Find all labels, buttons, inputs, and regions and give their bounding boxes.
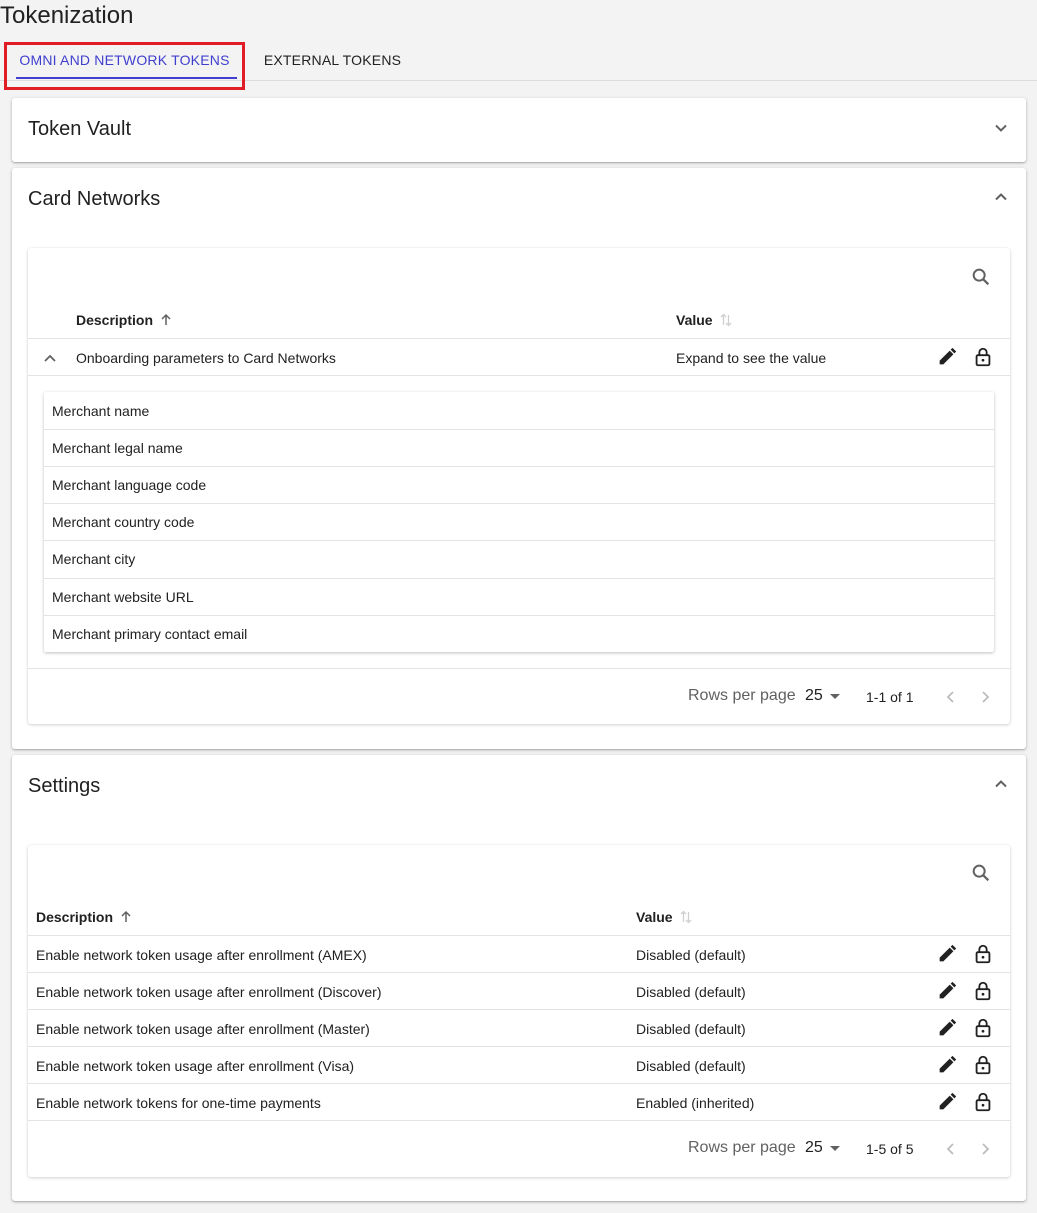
row-description: Enable network token usage after enrollm… — [36, 983, 382, 1000]
sort-both-icon — [720, 313, 732, 327]
chevron-right-icon[interactable] — [978, 1141, 992, 1157]
row-description: Onboarding parameters to Card Networks — [76, 349, 336, 366]
dropdown-arrow-icon[interactable] — [830, 1146, 840, 1151]
chevron-up-icon[interactable] — [994, 777, 1008, 791]
lock-open-icon[interactable] — [972, 1091, 994, 1113]
table-row[interactable]: Enable network tokens for one-time payme… — [28, 1083, 1010, 1120]
list-item: Merchant language code — [44, 466, 994, 503]
rows-per-page-select[interactable]: 25 — [805, 687, 823, 705]
chevron-left-icon[interactable] — [944, 689, 958, 705]
list-item: Merchant primary contact email — [44, 615, 994, 652]
list-item: Merchant city — [44, 540, 994, 577]
table-row[interactable]: Enable network token usage after enrollm… — [28, 935, 1010, 972]
params-subtable: Merchant name Merchant legal name Mercha… — [44, 392, 994, 652]
search-icon[interactable] — [970, 862, 992, 884]
row-description: Enable network token usage after enrollm… — [36, 1020, 370, 1037]
sort-arrow-up-icon — [161, 313, 171, 325]
table-row[interactable]: Enable network token usage after enrollm… — [28, 1009, 1010, 1046]
table-row[interactable]: Enable network token usage after enrollm… — [28, 972, 1010, 1009]
sort-arrow-up-icon — [121, 910, 131, 922]
pagination-range: 1-1 of 1 — [866, 689, 914, 705]
edit-pencil-icon[interactable] — [936, 1017, 958, 1039]
sort-both-icon — [680, 910, 692, 924]
rows-per-page-select[interactable]: 25 — [805, 1139, 823, 1157]
list-item: Merchant website URL — [44, 578, 994, 615]
description-header[interactable]: Description — [36, 909, 133, 925]
table-row[interactable]: Onboarding parameters to Card Networks E… — [28, 338, 1010, 375]
row-value: Disabled (default) — [636, 1020, 746, 1037]
tab-highlight-box — [4, 42, 245, 90]
settings-table: Description Value Enable network token u… — [28, 845, 1010, 1177]
page-title: Tokenization — [0, 2, 134, 29]
card-networks-table: Description Value Onboarding parameters … — [28, 248, 1010, 724]
row-value: Expand to see the value — [676, 349, 827, 366]
edit-pencil-icon[interactable] — [936, 1054, 958, 1076]
row-value: Disabled (default) — [636, 946, 746, 963]
dropdown-arrow-icon[interactable] — [830, 694, 840, 699]
card-networks-panel: Card Networks Description Value Onboardi… — [12, 168, 1026, 749]
lock-open-icon[interactable] — [972, 1054, 994, 1076]
list-item: Merchant name — [52, 402, 150, 419]
settings-title: Settings — [28, 775, 101, 797]
divider — [28, 375, 1010, 376]
row-value: Enabled (inherited) — [636, 1094, 755, 1111]
search-icon[interactable] — [970, 266, 992, 288]
tab-external-tokens[interactable]: EXTERNAL TOKENS — [255, 40, 410, 80]
rows-per-page-label: Rows per page — [688, 1139, 796, 1156]
list-item: Merchant country code — [44, 503, 994, 540]
chevron-up-icon[interactable] — [994, 190, 1008, 204]
edit-pencil-icon[interactable] — [936, 980, 958, 1002]
table-row[interactable]: Enable network token usage after enrollm… — [28, 1046, 1010, 1083]
table-pagination: Rows per page 25 1-5 of 5 — [28, 1120, 1010, 1176]
pagination-range: 1-5 of 5 — [866, 1141, 914, 1157]
lock-open-icon[interactable] — [972, 980, 994, 1002]
row-description: Enable network tokens for one-time payme… — [36, 1094, 321, 1111]
table-pagination: Rows per page 25 1-1 of 1 — [28, 668, 1010, 724]
lock-open-icon[interactable] — [972, 1017, 994, 1039]
row-value: Disabled (default) — [636, 983, 746, 1000]
token-vault-panel[interactable]: Token Vault — [12, 98, 1026, 162]
edit-pencil-icon[interactable] — [936, 1091, 958, 1113]
chevron-down-icon[interactable] — [994, 121, 1008, 135]
edit-pencil-icon[interactable] — [936, 943, 958, 965]
value-header[interactable]: Value — [636, 909, 693, 925]
rows-per-page-label: Rows per page — [688, 687, 796, 704]
settings-panel: Settings Description Value Enable networ… — [12, 755, 1026, 1201]
card-networks-title: Card Networks — [28, 188, 161, 210]
lock-open-icon[interactable] — [972, 943, 994, 965]
list-item: Merchant legal name — [44, 429, 994, 466]
description-header[interactable]: Description — [76, 312, 173, 328]
value-header[interactable]: Value — [676, 312, 733, 328]
row-value: Disabled (default) — [636, 1057, 746, 1074]
lock-open-icon[interactable] — [972, 346, 994, 368]
edit-pencil-icon[interactable] — [936, 346, 958, 368]
row-description: Enable network token usage after enrollm… — [36, 946, 367, 963]
chevron-up-icon[interactable] — [43, 352, 57, 364]
row-description: Enable network token usage after enrollm… — [36, 1057, 355, 1074]
token-vault-title: Token Vault — [28, 118, 132, 140]
chevron-right-icon[interactable] — [978, 689, 992, 705]
chevron-left-icon[interactable] — [944, 1141, 958, 1157]
